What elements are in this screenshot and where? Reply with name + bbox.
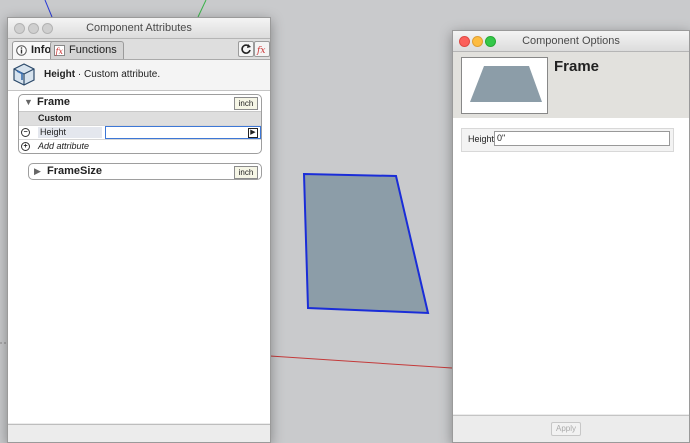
attribute-info-separator: ·	[75, 69, 84, 80]
group-header-frame[interactable]: ▼ Frame inch	[19, 95, 261, 112]
attribute-info-text: Height · Custom attribute.	[44, 69, 160, 80]
attribute-info-description: Custom attribute.	[84, 69, 161, 80]
function-icon: fx	[54, 45, 65, 56]
close-button[interactable]	[14, 23, 25, 34]
green-axis	[197, 0, 207, 18]
options-window-title: Component Options	[522, 35, 620, 47]
component-thumbnail	[461, 57, 548, 114]
apply-button[interactable]: Apply	[551, 422, 581, 436]
add-attribute-icon[interactable]: +	[21, 142, 30, 151]
section-header-custom: Custom	[19, 112, 261, 126]
selected-frame-shape[interactable]	[300, 170, 440, 320]
disclosure-down-icon[interactable]: ▼	[24, 97, 33, 107]
attribute-group-frame: ▼ Frame inch Custom − Height ▶ + Add att…	[18, 94, 262, 154]
add-attribute-label: Add attribute	[38, 141, 90, 151]
tab-functions[interactable]: fx Functions	[50, 41, 124, 59]
refresh-button[interactable]	[238, 41, 254, 57]
formula-icon: fx	[256, 46, 265, 56]
svg-text:fx: fx	[55, 47, 64, 56]
tab-functions-label: Functions	[69, 44, 117, 56]
group-header-framesize[interactable]: ▶ FrameSize inch	[29, 164, 261, 180]
unit-button-framesize[interactable]: inch	[234, 166, 258, 179]
add-attribute-row[interactable]: + Add attribute	[19, 140, 261, 153]
attribute-row-height[interactable]: − Height ▶	[19, 126, 261, 140]
red-axis	[269, 355, 453, 369]
formula-button[interactable]: fx	[254, 41, 270, 57]
attribute-info-bar: Height · Custom attribute.	[8, 60, 270, 91]
svg-text:fx: fx	[256, 46, 265, 55]
attributes-panel: ▼ Frame inch Custom − Height ▶ + Add att…	[8, 91, 270, 423]
info-icon	[16, 45, 27, 56]
zoom-button[interactable]	[42, 23, 53, 34]
option-input-height[interactable]: 0"	[494, 131, 670, 146]
section-custom-label: Custom	[38, 113, 72, 123]
attribute-info-name: Height	[44, 69, 76, 80]
group-name-frame: Frame	[37, 96, 71, 108]
component-thumbnail-shape	[470, 66, 542, 102]
attribute-group-framesize[interactable]: ▶ FrameSize inch	[28, 163, 262, 180]
attributes-statusbar	[8, 424, 270, 442]
height-value-input[interactable]: ▶	[105, 126, 261, 139]
blue-axis	[44, 0, 53, 18]
zoom-button[interactable]	[485, 36, 496, 47]
tab-info[interactable]: Info	[12, 41, 54, 59]
options-footer: Apply	[453, 415, 689, 442]
details-arrow-icon[interactable]: ▶	[248, 128, 258, 138]
refresh-icon	[241, 44, 251, 54]
options-titlebar[interactable]: Component Options	[453, 31, 689, 52]
tab-info-label: Info	[31, 44, 52, 56]
minimize-button[interactable]	[472, 36, 483, 47]
close-button[interactable]	[459, 36, 470, 47]
option-row-height: Height 0"	[461, 128, 674, 152]
attributes-window-title: Component Attributes	[86, 22, 192, 34]
minimize-button[interactable]	[28, 23, 39, 34]
attributes-tabbar: Info fx Functions fx	[8, 39, 270, 60]
component-options-window: Component Options Frame Height 0" Apply	[452, 30, 690, 443]
remove-attribute-icon[interactable]: −	[21, 128, 30, 137]
attribute-label-height: Height	[38, 127, 102, 138]
component-attributes-window: Component Attributes Info fx Functions f…	[7, 17, 271, 443]
attributes-titlebar[interactable]: Component Attributes	[8, 18, 270, 39]
group-name-framesize: FrameSize	[47, 165, 103, 177]
unit-button-frame[interactable]: inch	[234, 97, 258, 110]
disclosure-right-icon[interactable]: ▶	[34, 166, 41, 177]
component-name: Frame	[554, 58, 600, 75]
option-label-height: Height	[468, 134, 495, 144]
options-body: Height 0"	[453, 118, 689, 414]
component-cube-icon	[13, 63, 35, 86]
